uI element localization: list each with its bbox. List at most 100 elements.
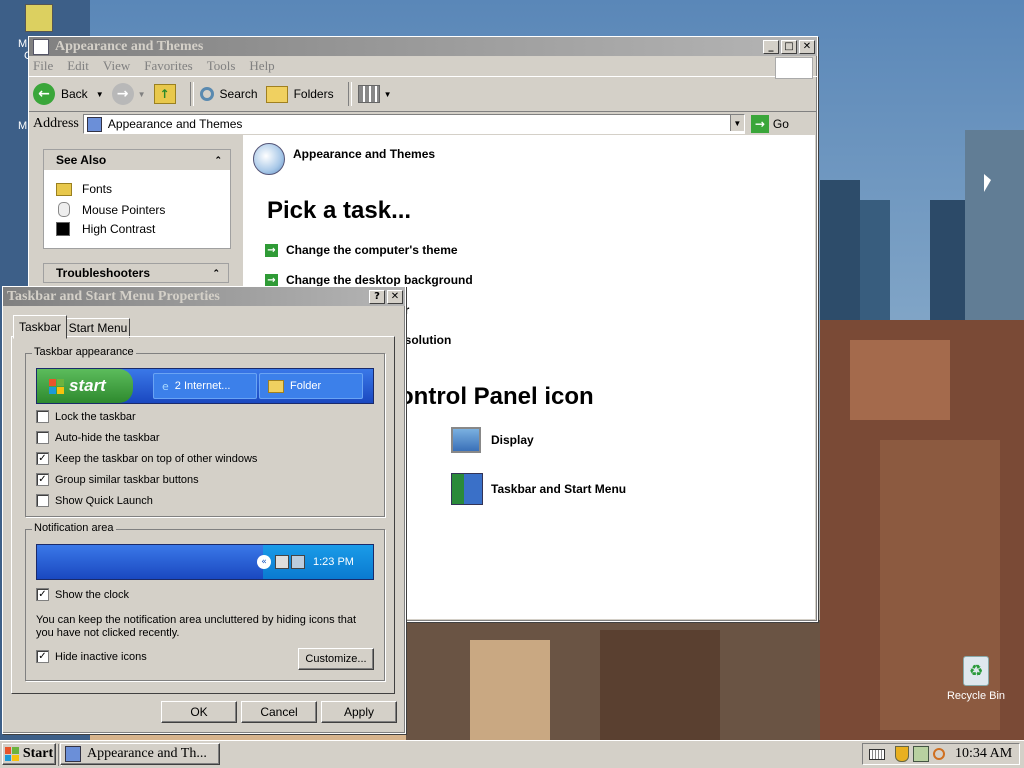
keyboard-icon[interactable] [869,748,885,760]
network-icon[interactable] [913,746,929,762]
menu-help[interactable]: Help [249,58,274,74]
auto-hide-label: Auto-hide the taskbar [55,431,160,444]
task-change-background[interactable]: → Change the desktop background [265,273,473,287]
option-lock-taskbar[interactable]: Lock the taskbar [36,410,136,423]
tab-taskbar[interactable]: Taskbar [13,315,67,339]
help-button[interactable]: ? [369,289,385,304]
back-arrow-icon: ← [33,83,55,105]
menu-bar: File Edit View Favorites Tools Help [29,56,817,79]
customize-button[interactable]: Customize... [298,648,374,670]
option-hide-inactive[interactable]: ✓ Hide inactive icons [36,650,147,663]
tab-start-menu-label: Start Menu [68,321,128,335]
preview-start-button: start [37,369,133,403]
search-button[interactable]: Search [199,87,258,101]
option-keep-on-top[interactable]: ✓ Keep the taskbar on top of other windo… [36,452,257,465]
task-change-theme-label: Change the computer's theme [286,243,458,257]
keep-on-top-checkbox[interactable]: ✓ [36,452,49,465]
dialog-title: Taskbar and Start Menu Properties [7,288,220,304]
apply-button[interactable]: Apply [321,701,397,723]
cancel-button[interactable]: Cancel [241,701,317,723]
see-also-item-high-contrast[interactable]: High Contrast [56,222,155,236]
task-arrow-icon: → [265,273,278,287]
minimize-button[interactable]: _ [763,39,779,54]
menu-favorites[interactable]: Favorites [144,58,192,74]
desktop-icon-my-computer[interactable] [24,4,54,32]
expand-tray-icon: « [257,555,271,569]
menu-view[interactable]: View [103,58,130,74]
quick-launch-label: Show Quick Launch [55,494,153,507]
address-label: Address [33,116,79,131]
auto-hide-checkbox[interactable] [36,431,49,444]
notification-area-label: Notification area [32,522,116,534]
mouse-pointers-link: Mouse Pointers [82,202,166,217]
folders-icon [265,85,288,103]
taskbar-task-appearance-themes[interactable]: Appearance and Th... [60,743,220,765]
hide-inactive-checkbox[interactable]: ✓ [36,650,49,663]
close-button[interactable]: ✕ [387,289,403,304]
up-folder-button[interactable]: ↑ [153,84,176,104]
search-icon[interactable] [933,748,945,760]
go-arrow-icon: → [750,115,769,133]
task-arrow-icon: → [265,243,278,257]
close-button[interactable]: ✕ [799,39,815,54]
folders-button[interactable]: Folders [265,85,334,103]
option-group-buttons[interactable]: ✓ Group similar taskbar buttons [36,473,199,486]
collapse-chevron-icon: ⌃ [212,267,220,278]
display-label: Display [491,433,534,447]
desktop-icon-label-3: M [18,120,28,132]
taskbar-appearance-label: Taskbar appearance [32,346,136,358]
taskbar-clock[interactable]: 10:34 AM [955,746,1012,762]
task-change-theme[interactable]: → Change the computer's theme [265,243,458,257]
cp-icon-display[interactable]: Display [451,427,534,453]
recycle-bin-icon: ♻ [963,656,989,686]
computer-icon [25,4,53,32]
back-label: Back [61,87,88,101]
address-dropdown-button[interactable]: ▼ [729,115,744,131]
forward-button[interactable]: → ▼ [111,83,146,105]
option-show-clock[interactable]: ✓ Show the clock [36,588,129,601]
back-button[interactable]: ← Back ▼ [33,83,104,105]
group-buttons-label: Group similar taskbar buttons [55,473,199,486]
views-grid-icon [357,85,380,103]
tray-preview: « 1:23 PM [257,545,373,579]
dialog-titlebar[interactable]: Taskbar and Start Menu Properties ? ✕ [3,287,405,306]
address-input[interactable]: Appearance and Themes ▼ [82,114,745,134]
quick-launch-checkbox[interactable] [36,494,49,507]
internet-explorer-icon: e [162,379,169,393]
network-icon [275,555,289,569]
taskbar-start-menu-label: Taskbar and Start Menu [491,482,627,496]
option-auto-hide[interactable]: Auto-hide the taskbar [36,431,160,444]
option-quick-launch[interactable]: Show Quick Launch [36,494,153,507]
group-buttons-checkbox[interactable]: ✓ [36,473,49,486]
troubleshooters-title: Troubleshooters [56,266,151,280]
see-also-item-fonts[interactable]: Fonts [56,182,112,196]
troubleshooters-header[interactable]: Troubleshooters ⌃ [43,263,229,283]
recycle-bin-label: Recycle Bin [946,690,1006,702]
see-also-title: See Also [56,153,107,167]
see-also-header[interactable]: See Also ⌃ [44,150,230,170]
fonts-link: Fonts [82,182,113,196]
menu-tools[interactable]: Tools [207,58,236,74]
views-button[interactable]: ▼ [357,85,392,103]
windows-flag-icon [4,747,19,761]
folder-icon [33,38,49,55]
start-button[interactable]: Start [2,743,56,765]
menu-edit[interactable]: Edit [67,58,89,74]
tab-start-menu[interactable]: Start Menu [66,318,130,338]
maximize-button[interactable]: □ [781,39,797,54]
show-clock-checkbox[interactable]: ✓ [36,588,49,601]
menu-file[interactable]: File [33,58,53,74]
desktop-icon-label-1: M [18,38,28,50]
go-button[interactable]: → Go [750,115,789,133]
preview-folder-label: Folder [290,380,322,392]
ok-button[interactable]: OK [161,701,237,723]
taskbar: Start Appearance and Th... 10:34 AM [0,740,1024,768]
desktop-icon-recycle-bin[interactable]: ♻ Recycle Bin [944,656,1008,702]
printer-icon [291,555,305,569]
security-shield-icon[interactable] [895,746,909,762]
cp-icon-taskbar-start-menu[interactable]: Taskbar and Start Menu [451,473,626,505]
see-also-item-mouse-pointers[interactable]: Mouse Pointers [56,202,165,217]
lock-taskbar-checkbox[interactable] [36,410,49,423]
explorer-titlebar[interactable]: Appearance and Themes _ □ ✕ [29,37,817,56]
taskbar-appearance-group: Taskbar appearance start e 2 Internet...… [25,346,385,517]
